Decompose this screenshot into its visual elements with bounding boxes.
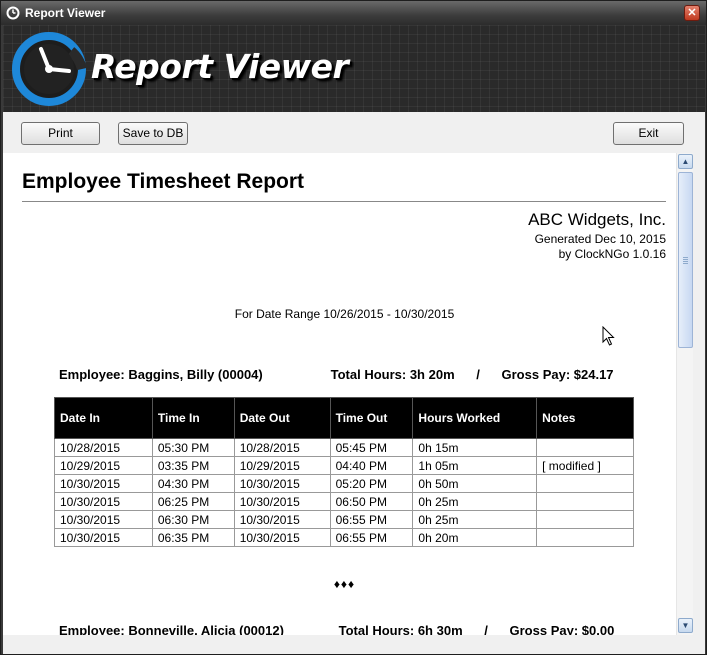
table-cell: 05:20 PM <box>329 474 414 493</box>
report-viewer-window: Report Viewer ✕ Report Viewer Print Save… <box>0 0 707 655</box>
column-header: Time In <box>151 397 235 439</box>
table-cell: 10/30/2015 <box>233 528 331 547</box>
column-header: Hours Worked <box>412 397 538 439</box>
employee-gross-pay: Gross Pay: $0.00 <box>509 623 615 635</box>
column-header: Time Out <box>329 397 414 439</box>
window-title: Report Viewer <box>25 6 106 20</box>
title-divider <box>22 201 666 202</box>
table-cell: 04:40 PM <box>329 456 414 475</box>
table-cell: 10/30/2015 <box>233 510 331 529</box>
report-viewport[interactable]: Employee Timesheet Report ABC Widgets, I… <box>3 153 676 635</box>
table-row: 10/30/2015 06:25 PM 10/30/2015 06:50 PM … <box>54 492 634 511</box>
generated-date: Generated Dec 10, 2015 <box>534 232 666 246</box>
app-icon <box>6 6 20 20</box>
table-cell <box>536 510 634 529</box>
table-cell: 0h 15m <box>412 438 538 457</box>
table-cell: 10/28/2015 <box>54 438 153 457</box>
column-header: Date In <box>54 397 153 439</box>
scroll-grip-icon <box>683 257 688 264</box>
employee-name: Employee: Bonneville, Alicia (00012) <box>59 623 284 635</box>
print-button[interactable]: Print <box>21 122 100 145</box>
table-cell: 10/30/2015 <box>54 492 153 511</box>
header-slash: / <box>476 367 480 382</box>
section-separator: ♦♦♦ <box>333 577 356 591</box>
table-row: 10/28/2015 05:30 PM 10/28/2015 05:45 PM … <box>54 438 634 457</box>
employee-header: Employee: Bonneville, Alicia (00012) Tot… <box>59 623 614 635</box>
table-cell: 10/30/2015 <box>54 474 153 493</box>
scroll-up-arrow-icon[interactable]: ▲ <box>678 154 693 169</box>
title-bar[interactable]: Report Viewer ✕ <box>1 1 706 25</box>
table-cell: 06:55 PM <box>329 510 414 529</box>
table-cell <box>536 438 634 457</box>
table-row: 10/30/2015 04:30 PM 10/30/2015 05:20 PM … <box>54 474 634 493</box>
app-banner: Report Viewer <box>3 25 705 112</box>
table-cell: 03:35 PM <box>151 456 235 475</box>
table-cell: 06:55 PM <box>329 528 414 547</box>
table-cell: 0h 50m <box>412 474 538 493</box>
column-header: Notes <box>536 397 634 439</box>
employee-total-hours: Total Hours: 6h 30m <box>338 623 463 635</box>
table-header-row: Date In Time In Date Out Time Out Hours … <box>54 397 634 439</box>
table-cell: [ modified ] <box>536 456 634 475</box>
mouse-pointer-icon <box>602 326 615 346</box>
exit-button[interactable]: Exit <box>613 122 684 145</box>
table-cell: 10/28/2015 <box>233 438 331 457</box>
employee-name: Employee: Baggins, Billy (00004) <box>59 367 263 382</box>
table-cell: 06:25 PM <box>151 492 235 511</box>
save-to-db-button[interactable]: Save to DB <box>118 122 188 145</box>
scroll-down-arrow-icon[interactable]: ▼ <box>678 618 693 633</box>
table-cell: 05:45 PM <box>329 438 414 457</box>
report-title: Employee Timesheet Report <box>22 170 305 193</box>
scroll-thumb[interactable] <box>678 172 693 348</box>
table-cell: 10/30/2015 <box>233 492 331 511</box>
employee-gross-pay: Gross Pay: $24.17 <box>501 367 614 382</box>
table-row: 10/30/2015 06:30 PM 10/30/2015 06:55 PM … <box>54 510 634 529</box>
table-cell <box>536 492 634 511</box>
close-button[interactable]: ✕ <box>684 5 700 21</box>
window-frame-bottom <box>3 635 705 654</box>
vertical-scrollbar[interactable]: ▲ ▼ <box>676 153 693 635</box>
employee-header: Employee: Baggins, Billy (00004) Total H… <box>59 367 614 382</box>
table-cell <box>536 528 634 547</box>
table-cell: 06:30 PM <box>151 510 235 529</box>
table-cell: 04:30 PM <box>151 474 235 493</box>
toolbar: Print Save to DB Exit <box>3 112 705 153</box>
date-range: For Date Range 10/26/2015 - 10/30/2015 <box>234 307 455 321</box>
table-row: 10/29/2015 03:35 PM 10/29/2015 04:40 PM … <box>54 456 634 475</box>
table-cell: 10/30/2015 <box>54 510 153 529</box>
table-cell: 0h 25m <box>412 492 538 511</box>
table-cell: 10/29/2015 <box>233 456 331 475</box>
table-cell: 10/30/2015 <box>54 528 153 547</box>
employee-total-hours: Total Hours: 3h 20m <box>330 367 455 382</box>
header-slash: / <box>484 623 488 635</box>
table-cell: 10/29/2015 <box>54 456 153 475</box>
banner-logo-text: Report Viewer <box>91 47 349 86</box>
table-cell: 06:50 PM <box>329 492 414 511</box>
window-frame-right <box>693 153 705 635</box>
table-cell: 1h 05m <box>412 456 538 475</box>
column-header: Date Out <box>233 397 331 439</box>
company-name: ABC Widgets, Inc. <box>528 210 666 229</box>
table-cell <box>536 474 634 493</box>
clock-logo-icon <box>12 32 87 106</box>
timesheet-table: Date In Time In Date Out Time Out Hours … <box>54 397 634 547</box>
table-cell: 0h 25m <box>412 510 538 529</box>
table-cell: 0h 20m <box>412 528 538 547</box>
table-cell: 06:35 PM <box>151 528 235 547</box>
table-row: 10/30/2015 06:35 PM 10/30/2015 06:55 PM … <box>54 528 634 547</box>
table-cell: 05:30 PM <box>151 438 235 457</box>
generator-byline: by ClockNGo 1.0.16 <box>558 247 666 261</box>
table-cell: 10/30/2015 <box>233 474 331 493</box>
